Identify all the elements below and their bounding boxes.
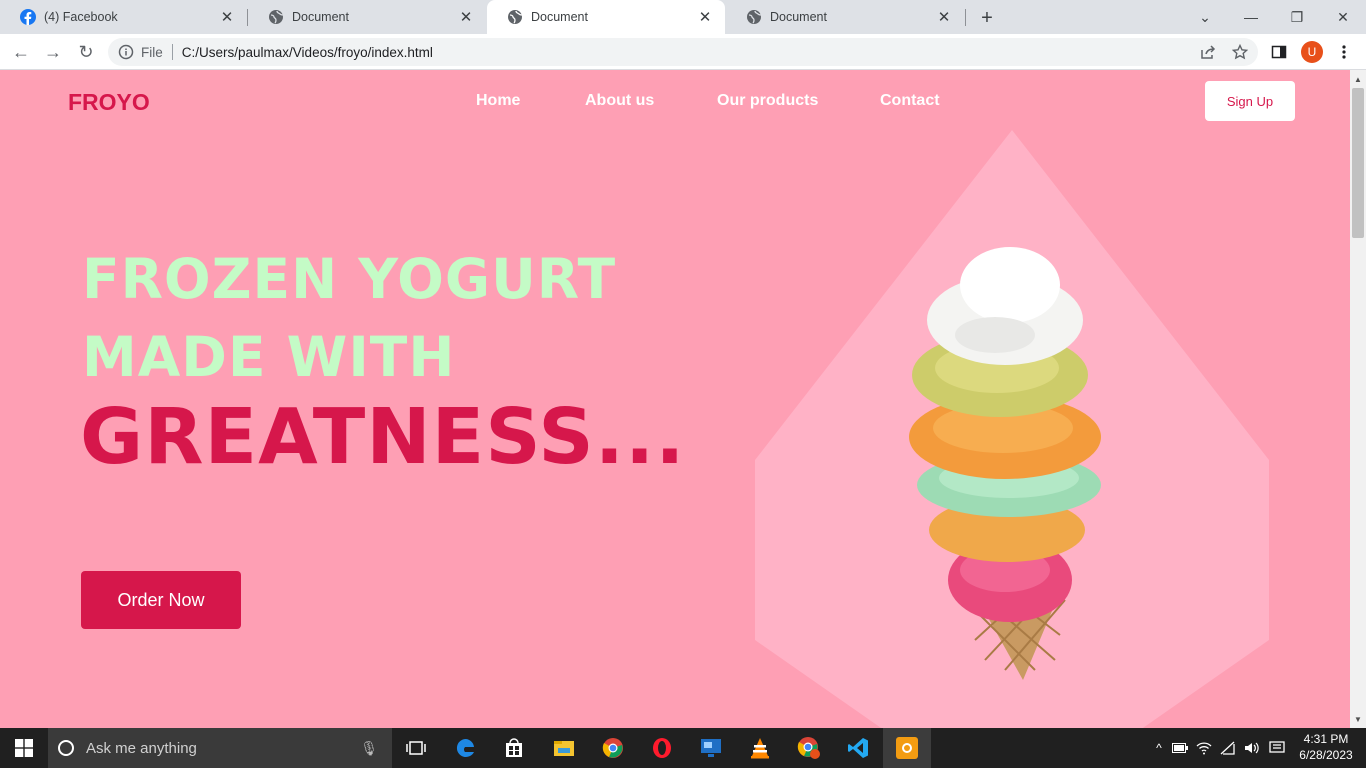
network-off-icon[interactable] xyxy=(1216,741,1240,755)
tab-search-icon[interactable]: ⌄ xyxy=(1182,2,1228,32)
share-icon[interactable] xyxy=(1198,42,1218,62)
webpage: FROYO Home About us Our products Contact… xyxy=(0,70,1350,728)
file-explorer-icon[interactable] xyxy=(540,728,588,768)
battery-icon[interactable] xyxy=(1168,743,1192,753)
hero-line-1: FROZEN YOGURT xyxy=(82,247,617,311)
store-icon[interactable] xyxy=(490,728,538,768)
chrome-icon[interactable] xyxy=(589,728,637,768)
nav-our-products[interactable]: Our products xyxy=(717,92,818,110)
scroll-up-arrow-icon[interactable]: ▲ xyxy=(1350,72,1366,86)
address-bar[interactable]: File C:/Users/paulmax/Videos/froyo/index… xyxy=(108,38,1258,66)
scrollbar-thumb[interactable] xyxy=(1352,88,1364,238)
hero-line-3: GREATNESS... xyxy=(80,393,686,482)
nav-home[interactable]: Home xyxy=(476,92,520,110)
url-text[interactable]: C:/Users/paulmax/Videos/froyo/index.html xyxy=(182,45,433,60)
close-window-button[interactable]: ✕ xyxy=(1320,2,1366,32)
minimize-button[interactable]: — xyxy=(1228,2,1274,32)
microphone-icon[interactable]: 🎙 xyxy=(360,740,378,757)
tab-label: (4) Facebook xyxy=(44,10,118,24)
profile-avatar[interactable]: U xyxy=(1301,41,1323,63)
vlc-icon[interactable] xyxy=(736,728,784,768)
hero-line-2: MADE WITH xyxy=(82,325,456,389)
taskbar-clock[interactable]: 4:31 PM 6/28/2023 xyxy=(1296,731,1356,763)
windows-logo-icon xyxy=(15,739,33,757)
nav-about-us[interactable]: About us xyxy=(585,92,654,110)
chevron-up-icon[interactable]: ^ xyxy=(1150,741,1168,755)
volume-icon[interactable] xyxy=(1240,741,1264,755)
tab-separator xyxy=(965,9,966,26)
kebab-menu-icon[interactable] xyxy=(1334,42,1354,62)
side-panel-icon[interactable] xyxy=(1269,42,1289,62)
clock-date: 6/28/2023 xyxy=(1299,748,1353,762)
hero-heading: FROZEN YOGURT MADE WITH xyxy=(82,240,616,396)
opera-icon[interactable] xyxy=(638,728,686,768)
close-tab-icon[interactable]: ✕ xyxy=(936,9,952,26)
cortana-icon xyxy=(58,740,74,756)
tab-document-active[interactable]: Document ✕ xyxy=(487,0,725,34)
notifications-icon[interactable] xyxy=(1264,741,1290,755)
scroll-down-arrow-icon[interactable]: ▼ xyxy=(1350,712,1366,726)
chrome-profile-icon[interactable] xyxy=(785,728,833,768)
forward-arrow-icon[interactable]: → xyxy=(41,40,65,64)
restore-button[interactable]: ❐ xyxy=(1274,2,1320,32)
start-button[interactable] xyxy=(0,728,48,768)
back-arrow-icon[interactable]: ← xyxy=(9,40,33,64)
vscode-icon[interactable] xyxy=(834,728,882,768)
edge-icon[interactable] xyxy=(442,728,490,768)
nav-contact[interactable]: Contact xyxy=(880,92,940,110)
close-tab-icon[interactable]: ✕ xyxy=(458,9,474,26)
bookmark-star-icon[interactable] xyxy=(1230,42,1250,62)
tab-label: Document xyxy=(531,10,588,24)
task-view-icon[interactable] xyxy=(392,728,440,768)
site-logo[interactable]: FROYO xyxy=(68,89,150,116)
tab-facebook[interactable]: (4) Facebook ✕ xyxy=(0,0,247,34)
close-tab-icon[interactable]: ✕ xyxy=(697,9,713,26)
info-icon[interactable] xyxy=(118,44,134,60)
browser-tabstrip: (4) Facebook ✕ Document ✕ Document ✕ Doc… xyxy=(0,0,1366,34)
tab-label: Document xyxy=(770,10,827,24)
search-placeholder: Ask me anything xyxy=(86,739,197,757)
wifi-icon[interactable] xyxy=(1192,741,1216,755)
order-now-button[interactable]: Order Now xyxy=(81,571,241,629)
tab-document-1[interactable]: Document ✕ xyxy=(248,0,486,34)
globe-icon xyxy=(508,10,523,24)
reload-icon[interactable]: ↻ xyxy=(74,40,98,64)
new-tab-button[interactable]: + xyxy=(976,7,998,29)
close-tab-icon[interactable]: ✕ xyxy=(219,9,235,26)
tab-label: Document xyxy=(292,10,349,24)
recorder-icon[interactable] xyxy=(883,728,931,768)
globe-icon xyxy=(747,10,762,24)
windows-taskbar: Ask me anything 🎙 ^ 4:31 PM 6/28/2023 xyxy=(0,728,1366,768)
page-scrollbar[interactable]: ▲ ▼ xyxy=(1350,70,1366,728)
ice-cream-cone-image xyxy=(909,247,1101,680)
tab-document-3[interactable]: Document ✕ xyxy=(726,0,964,34)
url-scheme-label: File xyxy=(141,44,163,60)
url-divider xyxy=(171,44,173,60)
browser-toolbar: ← → ↻ File C:/Users/paulmax/Videos/froyo… xyxy=(0,34,1366,70)
facebook-icon xyxy=(20,9,36,25)
clock-time: 4:31 PM xyxy=(1303,732,1349,746)
globe-icon xyxy=(269,10,284,24)
taskbar-search[interactable]: Ask me anything 🎙 xyxy=(48,728,392,768)
sign-up-button[interactable]: Sign Up xyxy=(1205,81,1295,121)
window-controls: ⌄ — ❐ ✕ xyxy=(1182,0,1366,34)
system-tray: ^ xyxy=(1150,728,1290,768)
remote-desktop-icon[interactable] xyxy=(687,728,735,768)
